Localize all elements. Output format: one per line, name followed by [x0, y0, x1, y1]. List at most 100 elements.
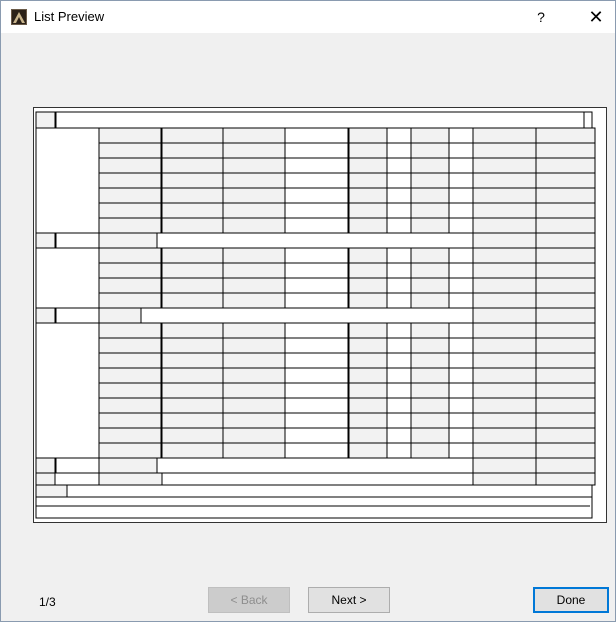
- subtotal-cell: [472, 457, 537, 474]
- list-cell: [284, 367, 349, 384]
- list-cell: [284, 217, 349, 234]
- list-cell: [410, 397, 450, 414]
- list-cell: [284, 427, 349, 444]
- done-button[interactable]: Done: [533, 587, 609, 613]
- list-cell: [386, 157, 412, 174]
- subtotal-gap: [55, 457, 100, 474]
- list-cell: [348, 202, 388, 219]
- title-bar: List Preview ? ✕: [1, 1, 615, 33]
- list-cell: [386, 262, 412, 279]
- subtotal-marker-cell: [35, 307, 56, 324]
- list-cell: [472, 397, 537, 414]
- list-cell: [348, 367, 388, 384]
- grand-total-band: [35, 484, 593, 498]
- list-cell: [348, 427, 388, 444]
- list-cell: [448, 367, 474, 384]
- help-icon[interactable]: ?: [528, 5, 554, 29]
- list-cell: [448, 322, 474, 339]
- subtotal-label-cell: [98, 457, 158, 474]
- list-cell: [98, 382, 162, 399]
- list-cell: [348, 172, 388, 189]
- list-cell: [348, 187, 388, 204]
- list-cell: [535, 127, 596, 144]
- list-preview-dialog: List Preview ? ✕ 1/3 < Back Next > Done: [0, 0, 616, 622]
- list-cell: [348, 352, 388, 369]
- app-icon: [11, 9, 27, 25]
- list-cell: [98, 337, 162, 354]
- list-cell: [98, 172, 162, 189]
- list-cell: [472, 352, 537, 369]
- list-cell: [472, 187, 537, 204]
- list-cell: [410, 247, 450, 264]
- subtotal-cell: [472, 232, 537, 249]
- group-label-cell: [35, 127, 100, 234]
- list-cell: [222, 142, 286, 159]
- list-cell: [161, 382, 224, 399]
- list-cell: [284, 262, 349, 279]
- list-cell: [161, 187, 224, 204]
- list-cell: [222, 352, 286, 369]
- list-cell: [386, 412, 412, 429]
- close-icon[interactable]: ✕: [581, 5, 611, 29]
- list-cell: [98, 367, 162, 384]
- list-cell: [386, 337, 412, 354]
- list-cell: [410, 142, 450, 159]
- list-cell: [222, 337, 286, 354]
- list-cell: [472, 277, 537, 294]
- back-button[interactable]: < Back: [208, 587, 290, 613]
- list-cell: [161, 352, 224, 369]
- list-cell: [222, 187, 286, 204]
- list-cell: [222, 157, 286, 174]
- list-cell: [472, 142, 537, 159]
- list-cell: [348, 442, 388, 459]
- subtotal-cell: [472, 307, 537, 324]
- list-cell: [161, 262, 224, 279]
- list-cell: [535, 412, 596, 429]
- total-marker-cell: [35, 472, 56, 486]
- list-cell: [386, 202, 412, 219]
- list-cell: [472, 382, 537, 399]
- header-band: [55, 111, 585, 129]
- subtotal-cell: [535, 232, 596, 249]
- list-cell: [386, 382, 412, 399]
- list-cell: [98, 322, 162, 339]
- list-cell: [448, 142, 474, 159]
- subtotal-label-cell: [98, 232, 158, 249]
- list-cell: [448, 262, 474, 279]
- list-cell: [535, 217, 596, 234]
- list-cell: [448, 157, 474, 174]
- list-cell: [535, 277, 596, 294]
- list-cell: [284, 187, 349, 204]
- list-cell: [535, 427, 596, 444]
- list-cell: [448, 187, 474, 204]
- list-cell: [98, 412, 162, 429]
- list-cell: [386, 277, 412, 294]
- list-cell: [535, 442, 596, 459]
- list-cell: [222, 202, 286, 219]
- list-cell: [410, 127, 450, 144]
- list-cell: [98, 157, 162, 174]
- list-cell: [348, 247, 388, 264]
- list-cell: [410, 217, 450, 234]
- list-cell: [98, 142, 162, 159]
- list-cell: [161, 277, 224, 294]
- list-cell: [284, 127, 349, 144]
- list-cell: [98, 352, 162, 369]
- next-button[interactable]: Next >: [308, 587, 390, 613]
- list-cell: [472, 412, 537, 429]
- list-cell: [448, 247, 474, 264]
- list-cell: [472, 367, 537, 384]
- list-cell: [535, 142, 596, 159]
- list-cell: [410, 157, 450, 174]
- list-cell: [98, 442, 162, 459]
- list-cell: [410, 202, 450, 219]
- list-cell: [98, 187, 162, 204]
- list-cell: [284, 322, 349, 339]
- list-cell: [448, 427, 474, 444]
- list-cell: [472, 442, 537, 459]
- list-cell: [98, 427, 162, 444]
- list-cell: [448, 127, 474, 144]
- list-cell: [386, 442, 412, 459]
- list-cell: [448, 337, 474, 354]
- subtotal-label-cell: [98, 307, 142, 324]
